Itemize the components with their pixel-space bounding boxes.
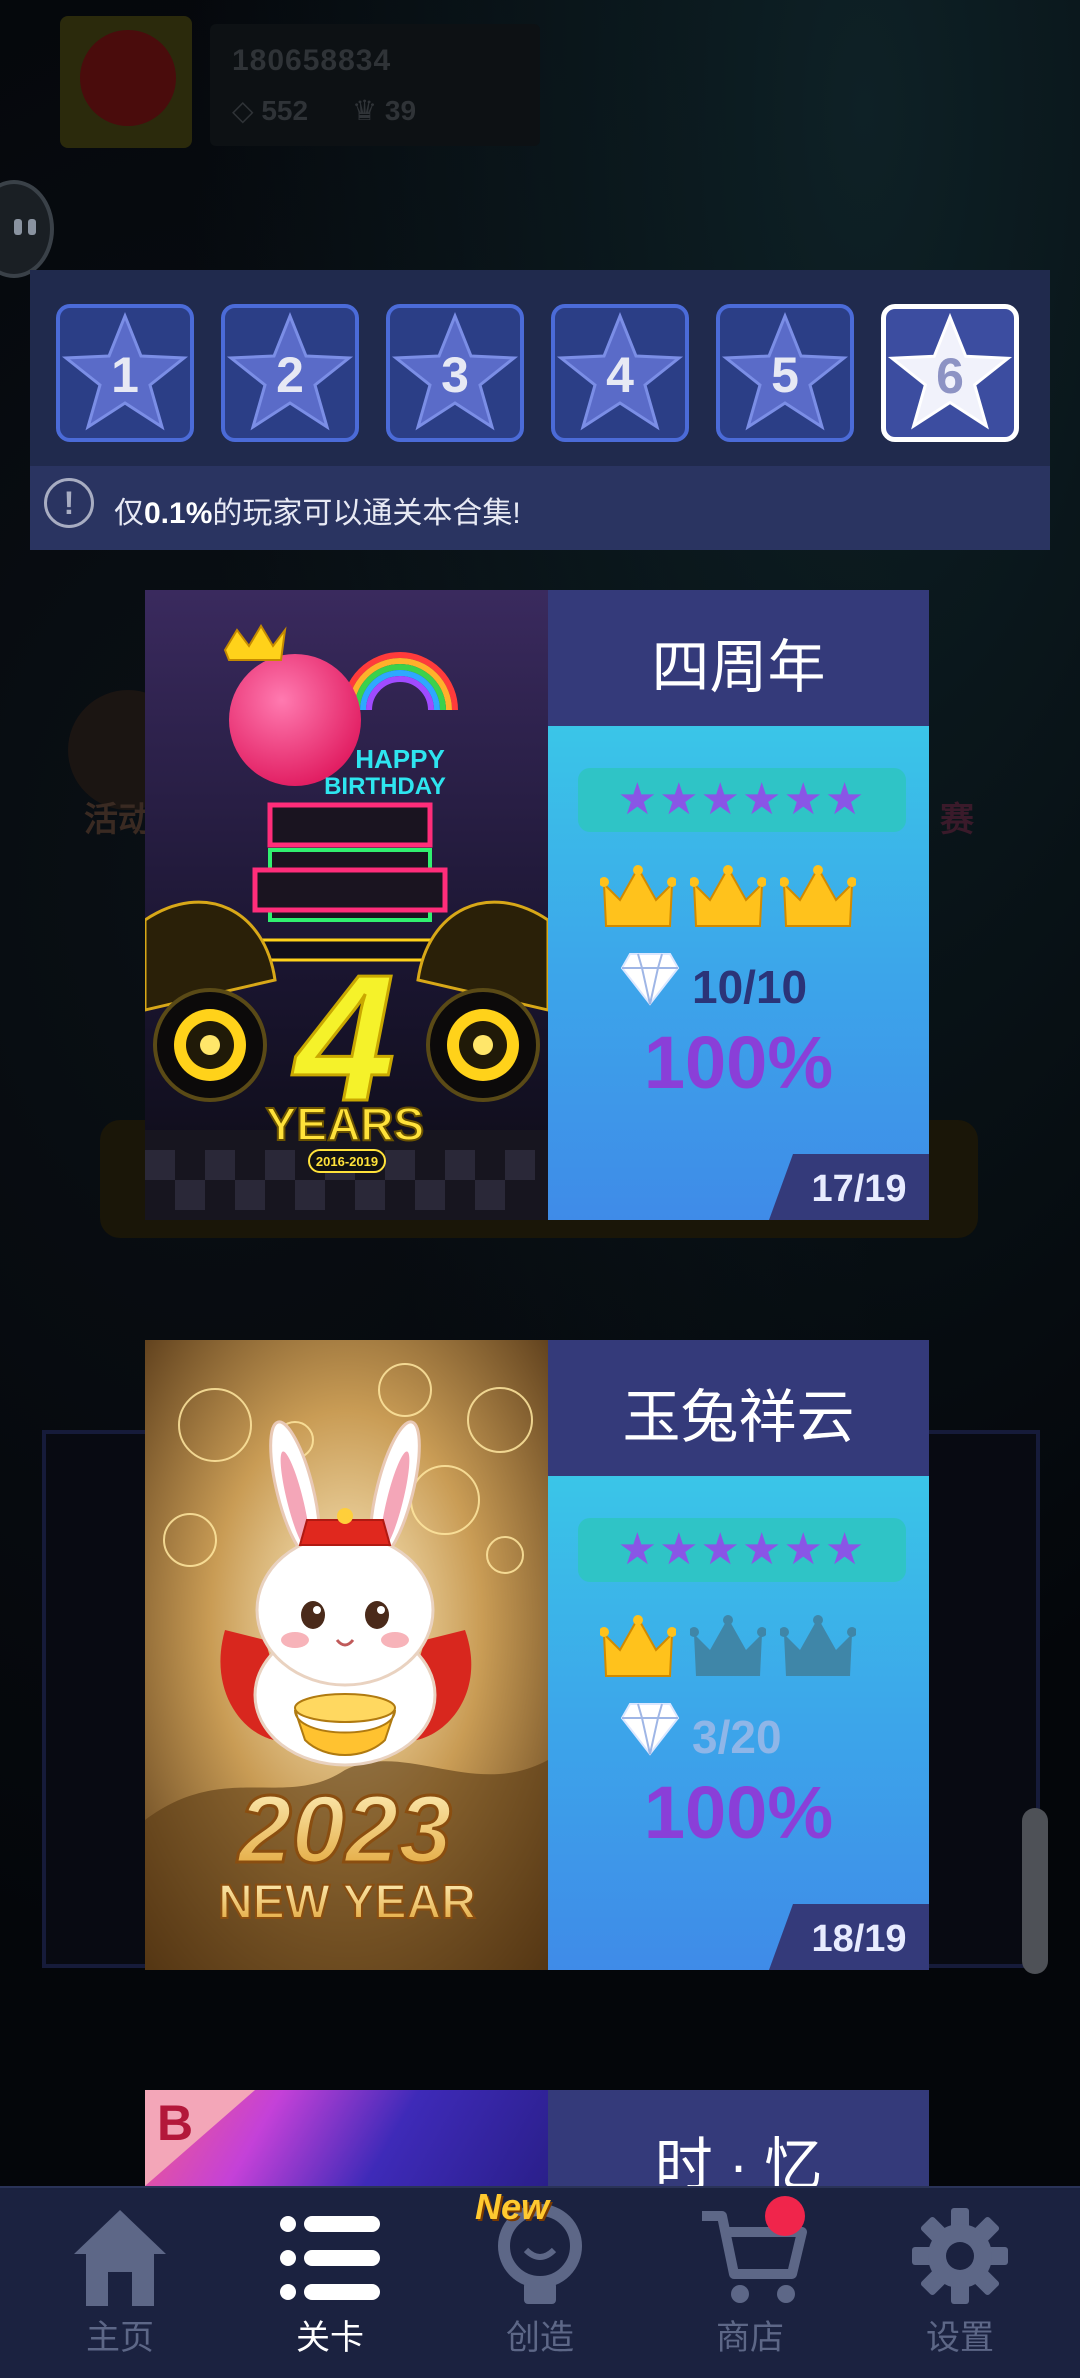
levels-list-icon [280,2216,380,2300]
tab-number: 4 [606,347,634,403]
card-title: 时 · 忆 [654,2133,823,2186]
nav-levels[interactable]: 关卡 [245,2188,415,2378]
nav-label: 设置 [926,2319,994,2357]
crown-icon [600,865,676,927]
nav-label: 商店 [716,2319,784,2357]
card-artwork: 2023 NEW YEAR [145,1340,548,1970]
index-text: 17/19 [811,1168,907,1210]
tab-number: 1 [111,347,139,403]
home-icon [74,2210,166,2306]
completion-percent: 100% [643,1021,834,1104]
tab-3[interactable]: 3 [386,304,524,442]
art-range-text: 2016-2019 [316,1154,378,1169]
card-info: 玉兔祥云 ★★★★★★ 3/20 100% 18/19 [548,1340,929,1970]
event-label: 活动 [84,801,152,839]
nav-home[interactable]: 主页 [35,2188,205,2378]
art-happy-text: HAPPY [355,744,445,774]
new-badge: New [475,2186,550,2227]
exclamation-icon: ! [44,478,94,528]
collection-index: 18/19 [769,1904,929,1970]
level-card-jade-rabbit[interactable]: 2023 NEW YEAR 玉兔祥云 ★★★★★★ 3/20 100% 18/1… [145,1340,929,1970]
tab-number: 3 [441,347,469,403]
art-caption-text: NEW YEAR [218,1876,476,1929]
crown-icon [690,865,766,927]
card-info: 四周年 ★★★★★★ 10/10 100% 17/19 [548,590,929,1220]
index-text: 18/19 [811,1918,907,1960]
collection-selector: 1 2 3 4 5 6 ! 仅0.1%的玩家可以通关本合集! [30,270,1050,550]
crown-stat: ♛ 39 [352,95,417,126]
diamond-count: 552 [261,95,309,126]
art-birthday-text: BIRTHDAY [324,773,446,800]
tab-5[interactable]: 5 [716,304,854,442]
tab-4[interactable]: 4 [551,304,689,442]
star-icons: ★★★★★★ [617,775,867,824]
bottom-nav: 主页 关卡 New 创造 商店 设置 [0,2186,1080,2378]
completion-percent: 100% [643,1771,834,1854]
nav-label: 创造 [506,2319,574,2357]
nav-shop[interactable]: 商店 [665,2188,835,2378]
tab-1[interactable]: 1 [56,304,194,442]
crown-icon-empty [690,1615,766,1676]
card-title: 四周年 [651,635,826,700]
card-title-bar: 玉兔祥云 [548,1340,929,1476]
collection-tabs: 1 2 3 4 5 6 [56,304,1026,444]
crown-progress [600,1612,870,1692]
notice-highlight: 0.1% [144,497,213,530]
gem-count: 3/20 [692,1711,782,1763]
art-years-text: YEARS [266,1098,424,1150]
nav-create[interactable]: New 创造 [455,2186,625,2378]
anniversary-artwork: HAPPY BIRTHDAY 4 YEARS 2016-2019 [145,590,548,1220]
tab-number: 6 [936,348,964,404]
diamond-icon [620,953,680,1006]
card-title-bar: 时 · 忆 [548,2090,929,2186]
gem-count: 10/10 [692,961,808,1013]
profile-header: 180658834 ◇ 552 ♛ 39 [60,16,540,148]
username: 180658834 [232,44,392,77]
scrollbar[interactable] [1022,1808,1048,1974]
crown-icon [600,1615,676,1677]
star-rating: ★★★★★★ [578,1518,906,1582]
tab-2[interactable]: 2 [221,304,359,442]
notice-bar: ! 仅0.1%的玩家可以通关本合集! [30,466,1050,550]
level-card-anniversary[interactable]: HAPPY BIRTHDAY 4 YEARS 2016-2019 四周年 ★★★… [145,590,929,1220]
nav-label: 主页 [86,2319,154,2357]
tab-6[interactable]: 6 [881,304,1019,442]
notice-text: 仅0.1%的玩家可以通关本合集! [114,497,521,530]
diamond-stat: ◇ 552 [232,95,309,126]
nav-settings[interactable]: 设置 [875,2188,1045,2378]
gem-progress: 10/10 [620,948,920,1018]
match-label: 赛 [940,801,974,839]
rabbit-artwork: 2023 NEW YEAR [145,1340,548,1970]
crown-icon-empty [780,1615,856,1676]
crown-progress [600,862,870,942]
art-year-text: 2023 [236,1776,452,1883]
star-icons: ★★★★★★ [617,1525,867,1574]
difficulty-badge-text: B [157,2095,194,2151]
avatar [60,16,192,148]
card-title-bar: 四周年 [548,590,929,726]
tab-number: 2 [276,347,304,403]
gear-icon [912,2208,1008,2304]
nav-label: 关卡 [296,2319,364,2357]
gem-progress: 3/20 [620,1698,920,1768]
crown-icon [780,865,856,927]
profile-info: 180658834 ◇ 552 ♛ 39 [210,24,540,146]
level-card-memory[interactable]: B 时 · 忆 [145,2090,929,2186]
crown-count: 39 [384,95,417,126]
card-title: 玉兔祥云 [622,1385,855,1450]
card-artwork: HAPPY BIRTHDAY 4 YEARS 2016-2019 [145,590,548,1220]
notification-dot [765,2196,805,2236]
collection-index: 17/19 [769,1154,929,1220]
tab-number: 5 [771,347,799,403]
diamond-icon [620,1703,680,1756]
star-rating: ★★★★★★ [578,768,906,832]
